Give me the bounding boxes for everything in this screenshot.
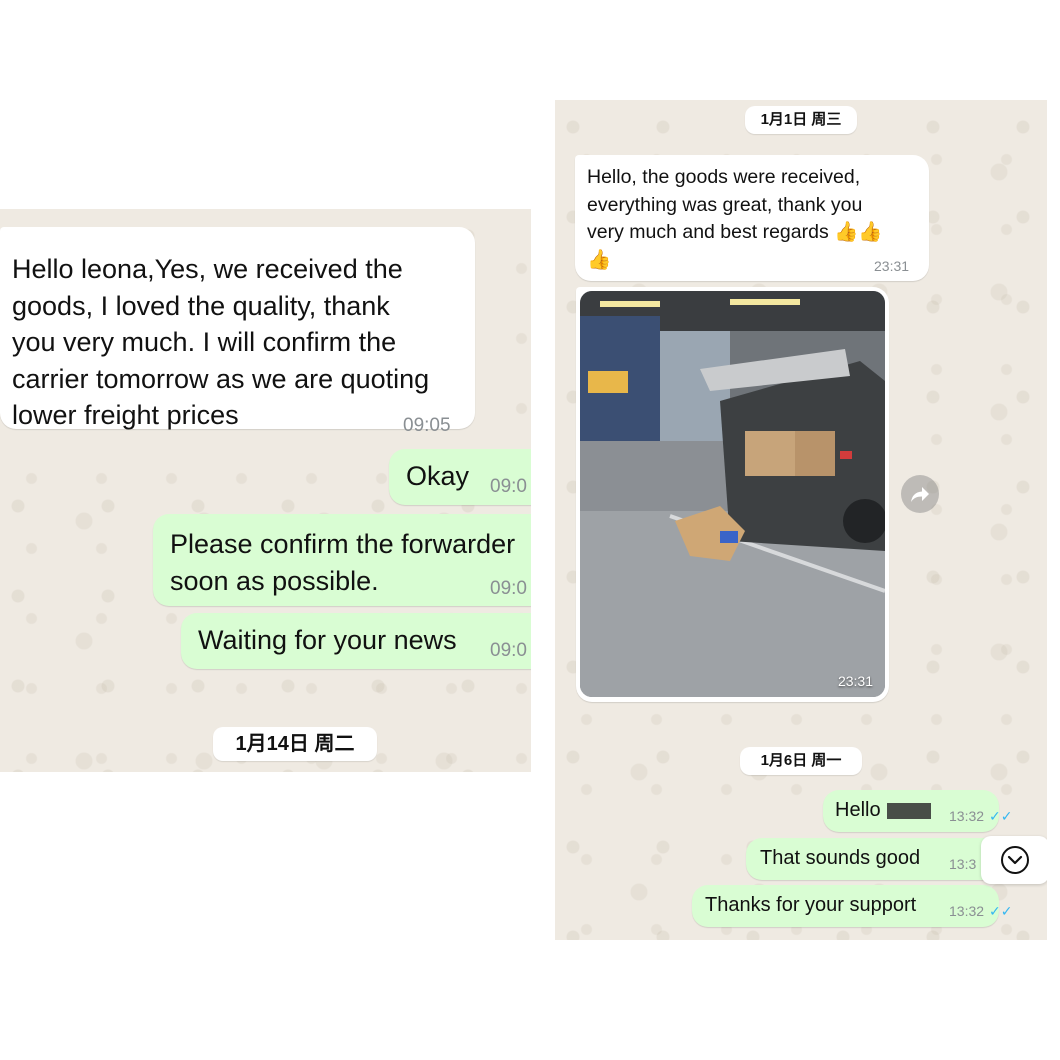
outgoing-message[interactable]: Please confirm the forwarder soon as pos… — [153, 514, 531, 606]
outgoing-message[interactable]: Waiting for your news 09:0 — [181, 613, 531, 669]
incoming-message[interactable]: Hello leona,Yes, we received the goods, … — [0, 227, 475, 436]
scroll-to-bottom-button[interactable] — [981, 836, 1047, 884]
message-text: Hello leona,Yes, we received the goods, … — [12, 254, 430, 430]
redacted-name — [887, 803, 931, 819]
message-text: Thanks for your support — [705, 894, 917, 916]
double-check-icon: ✓✓ — [989, 808, 1013, 824]
message-text: Hello, the goods were received, everythi… — [587, 166, 883, 271]
message-time: 23:31 — [837, 673, 873, 689]
date-separator: 1月14日 周二 — [213, 727, 377, 761]
message-time: 13:3 — [949, 856, 977, 872]
date-separator: 1月1日 周三 — [745, 106, 857, 134]
outgoing-message[interactable]: Thanks for your support 13:32 ✓✓ — [692, 885, 1012, 927]
message-text: Please confirm the forwarder soon as pos… — [170, 529, 516, 596]
message-time: 23:31 — [874, 258, 910, 274]
left-chat-panel: Hello leona,Yes, we received the goods, … — [0, 209, 531, 772]
message-time: 09:0 — [490, 476, 527, 497]
message-text: Hello — [835, 799, 881, 821]
photo-image[interactable]: 23:31 — [580, 291, 885, 697]
message-time: 09:0 — [490, 578, 527, 599]
incoming-message[interactable]: Hello, the goods were received, everythi… — [575, 155, 929, 281]
photo-message[interactable]: 23:31 — [576, 287, 889, 702]
forward-button[interactable] — [901, 475, 939, 513]
chevron-down-icon — [1001, 846, 1029, 874]
outgoing-message[interactable]: Okay 09:0 — [389, 449, 531, 505]
outgoing-message[interactable]: Hello 13:32 ✓✓ — [823, 790, 1012, 832]
right-chat-panel: 1月1日 周三 Hello, the goods were received, … — [555, 100, 1047, 940]
message-time: 09:05 — [403, 415, 451, 436]
double-check-icon: ✓✓ — [989, 903, 1013, 919]
message-text: That sounds good — [760, 847, 921, 869]
forward-icon — [911, 487, 929, 502]
photo-car-trunk-boxes — [580, 291, 885, 697]
message-time: 13:32 — [949, 808, 985, 824]
message-time: 13:32 — [949, 903, 985, 919]
message-time: 09:0 — [490, 640, 527, 661]
message-text: Waiting for your news — [198, 625, 457, 655]
date-separator: 1月6日 周一 — [740, 747, 862, 775]
outgoing-message[interactable]: That sounds good 13:3 — [746, 838, 999, 880]
message-text: Okay — [406, 461, 470, 491]
